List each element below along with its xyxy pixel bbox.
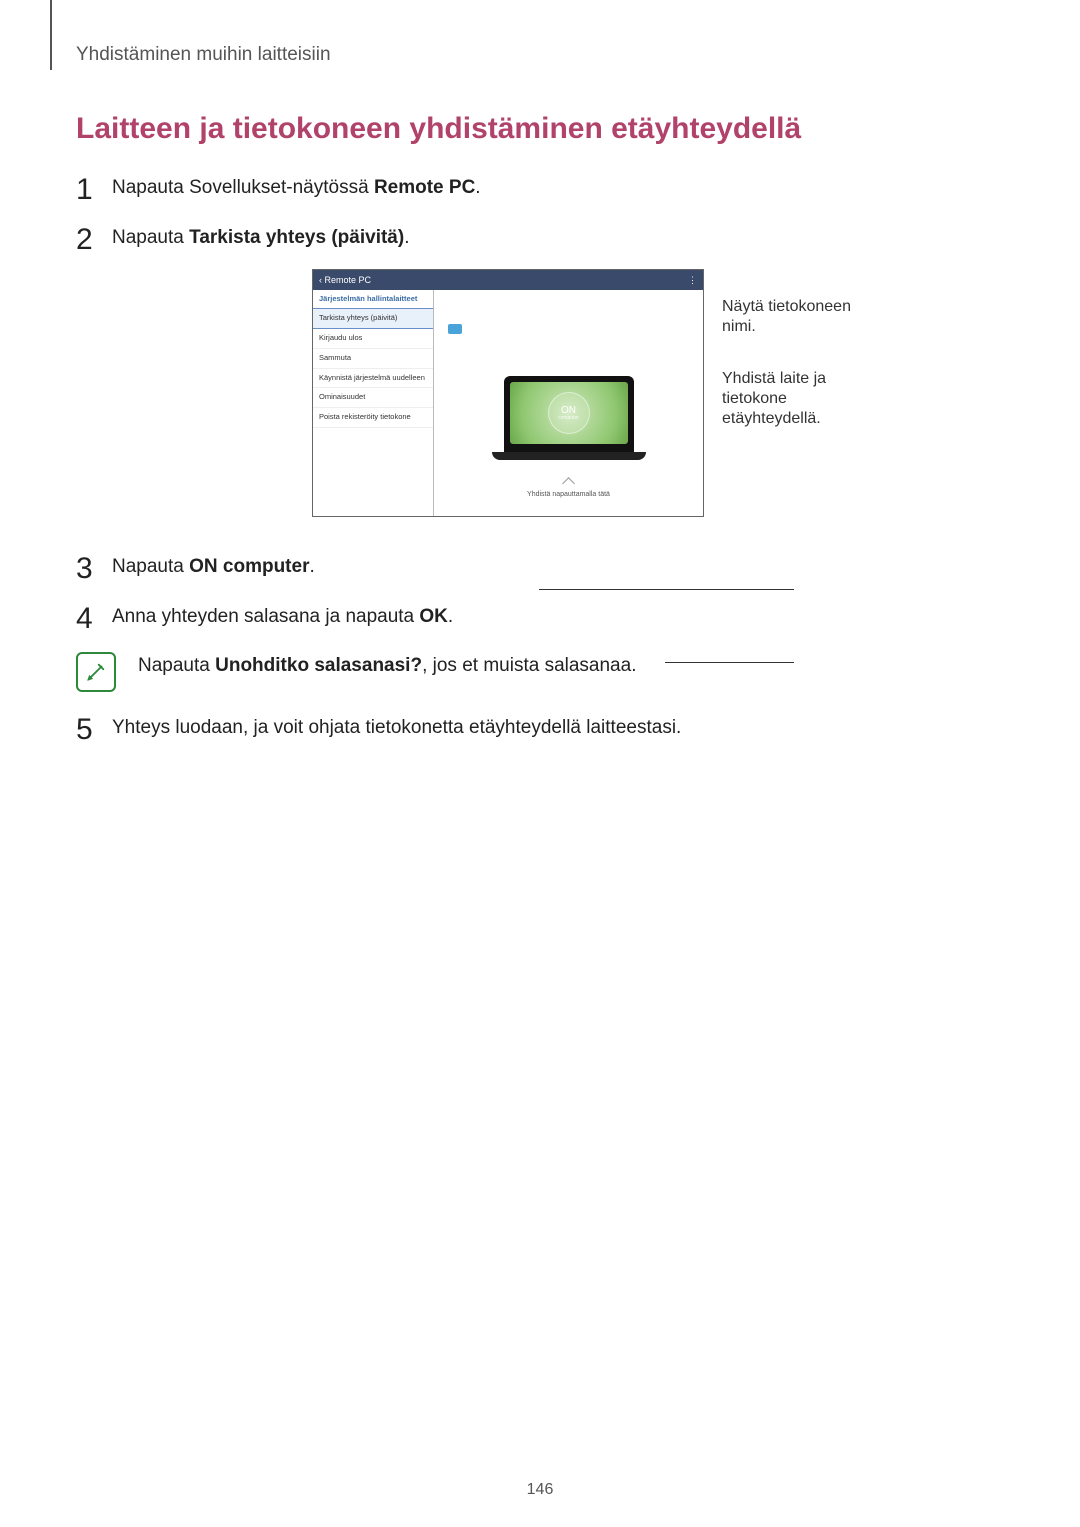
note-icon [76,652,116,692]
step-number: 2 [76,218,93,262]
sidebar-item-check-connection[interactable]: Tarkista yhteys (päivitä) [313,308,433,329]
step-4: 4 Anna yhteyden salasana ja napauta OK. … [76,603,1004,693]
sidebar-item-restart[interactable]: Käynnistä järjestelmä uudelleen [313,369,433,389]
on-computer-button[interactable]: ON computer [548,392,590,434]
step-text: Anna yhteyden salasana ja napauta OK. [112,606,453,627]
step-text: Yhteys luodaan, ja voit ohjata tietokone… [112,717,681,738]
sidebar-item-logout[interactable]: Kirjaudu ulos [313,329,433,349]
callout-computer-name: Näytä tietokoneen nimi. [722,297,882,337]
app-main: ON computer Yhdistä napauttamalla tätä [434,290,703,516]
page-title: Laitteen ja tietokoneen yhdistäminen etä… [76,112,1004,146]
screenshot-figure: Remote PC ⋮ Järjestelmän hallintalaittee… [112,269,1004,517]
step-number: 3 [76,547,93,591]
page-number: 146 [0,1481,1080,1499]
step-text: Napauta Sovellukset-näytössä Remote PC. [112,177,481,198]
page-content: Yhdistäminen muihin laitteisiin Laitteen… [0,0,1080,742]
sidebar-item-shutdown[interactable]: Sammuta [313,349,433,369]
step-1: 1 Napauta Sovellukset-näytössä Remote PC… [76,174,1004,202]
tap-hint: Yhdistä napauttamalla tätä [434,479,703,500]
sidebar-header: Järjestelmän hallintalaitteet [313,290,433,308]
breadcrumb: Yhdistäminen muihin laitteisiin [76,44,1004,66]
back-button[interactable]: Remote PC [319,274,371,287]
app-window: Remote PC ⋮ Järjestelmän hallintalaittee… [312,269,704,517]
step-number: 1 [76,168,93,212]
app-titlebar: Remote PC ⋮ [313,270,703,290]
step-3: 3 Napauta ON computer. [76,553,1004,581]
step-number: 4 [76,597,93,641]
step-text: Napauta ON computer. [112,556,315,577]
callout-line-1 [539,589,794,590]
sidebar-item-properties[interactable]: Ominaisuudet [313,388,433,408]
app-body: Järjestelmän hallintalaitteet Tarkista y… [313,290,703,516]
app-sidebar: Järjestelmän hallintalaitteet Tarkista y… [313,290,434,516]
note: Napauta Unohditko salasanasi?, jos et mu… [112,652,1004,692]
note-text: Napauta Unohditko salasanasi?, jos et mu… [138,652,636,680]
step-2: 2 Napauta Tarkista yhteys (päivitä). Rem… [76,224,1004,518]
sidebar-item-remove-pc[interactable]: Poista rekisteröity tietokone [313,408,433,428]
laptop-illustration: ON computer [504,376,634,454]
callout-connect-remote: Yhdistä laite ja tietokone etäyhteydellä… [722,369,882,429]
step-5: 5 Yhteys luodaan, ja voit ohjata tietoko… [76,714,1004,742]
kebab-menu-icon[interactable]: ⋮ [688,274,697,287]
pc-name-tag[interactable] [448,324,462,334]
laptop-screen: ON computer [510,382,628,444]
steps-list: 1 Napauta Sovellukset-näytössä Remote PC… [76,174,1004,742]
step-text: Napauta Tarkista yhteys (päivitä). [112,227,409,248]
step-number: 5 [76,708,93,752]
arrow-up-icon [562,477,575,490]
